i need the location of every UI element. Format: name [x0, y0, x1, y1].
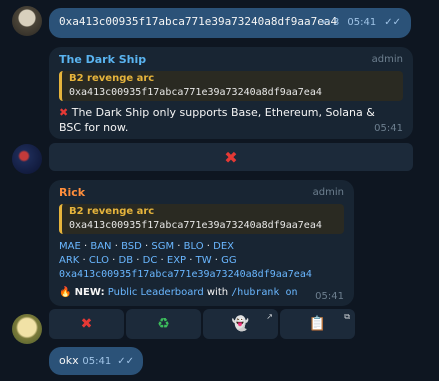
incoming-message[interactable]: Rick admin B2 revenge arc 0xa413c00935f1…: [49, 180, 354, 306]
cross-mark-icon: ✖: [80, 316, 93, 332]
link-row-2: ARK · CLO · DB · DC · EXP · TW · GG: [59, 254, 237, 267]
tag-link-exp[interactable]: EXP: [167, 255, 186, 266]
external-link-icon: ↗: [266, 312, 273, 321]
avatar[interactable]: [12, 6, 42, 36]
leaderboard-link[interactable]: Public Leaderboard: [108, 287, 204, 298]
inline-button-refresh[interactable]: ♻: [126, 309, 201, 339]
tag-link-tw[interactable]: TW: [196, 255, 212, 266]
quote-body: 0xa413c00935f17abca771e39a73240a8df9aa7e…: [69, 87, 322, 98]
message-text: The Dark Ship only supports Base, Ethere…: [59, 106, 375, 134]
separator: ·: [79, 255, 89, 266]
tag-link-db[interactable]: DB: [119, 255, 134, 266]
quote-body: 0xa413c00935f17abca771e39a73240a8df9aa7e…: [69, 220, 322, 231]
message-meta: 05:41 ✓✓: [82, 356, 134, 367]
message-time: 05:41: [374, 123, 403, 134]
outgoing-message[interactable]: okx 05:41 ✓✓: [49, 347, 143, 375]
command-link[interactable]: /hubrank on: [231, 287, 297, 298]
with-text: with: [206, 287, 229, 298]
tag-link-blo[interactable]: BLO: [184, 241, 204, 252]
avatar[interactable]: [12, 314, 42, 344]
separator: ·: [108, 255, 119, 266]
recycle-icon: ♻: [157, 316, 170, 332]
separator: ·: [186, 255, 196, 266]
message-time: 05:41: [347, 17, 377, 28]
cross-mark-icon: ✖: [224, 147, 238, 167]
double-check-icon: ✓✓: [384, 17, 401, 28]
inline-button-copy[interactable]: 📋 ⧉: [280, 309, 355, 339]
contract-address-link[interactable]: 0xa413c00935f17abca771e39a73240a8df9aa7e…: [59, 268, 312, 281]
sender-role: admin: [371, 54, 403, 65]
inline-button-ghost[interactable]: 👻 ↗: [203, 309, 278, 339]
separator: ·: [174, 241, 184, 252]
message-time: 05:41: [315, 291, 344, 302]
cross-mark-icon: ✖: [59, 106, 69, 119]
tag-link-ban[interactable]: BAN: [90, 241, 111, 252]
tag-link-sgm[interactable]: SGM: [151, 241, 174, 252]
outgoing-message[interactable]: 0xa413c00935f17abca771e39a73240a8df9aa7e…: [49, 8, 411, 38]
inline-button-close[interactable]: ✖: [49, 143, 413, 171]
tag-link-mae[interactable]: MAE: [59, 241, 81, 252]
double-check-icon: ✓✓: [117, 356, 134, 367]
reply-count: 3: [333, 17, 340, 28]
announcement-line: 🔥 NEW: Public Leaderboard with /hubrank …: [59, 286, 298, 299]
reply-quote[interactable]: B2 revenge arc 0xa413c00935f17abca771e39…: [59, 71, 403, 101]
separator: ·: [157, 255, 167, 266]
message-time: 05:41: [82, 356, 112, 367]
message-meta: ↩ 3 05:41 ✓✓: [321, 17, 401, 28]
tag-link-dc[interactable]: DC: [143, 255, 158, 266]
fire-icon: 🔥: [59, 287, 72, 298]
tag-link-clo[interactable]: CLO: [89, 255, 109, 266]
separator: ·: [133, 255, 143, 266]
incoming-message[interactable]: The Dark Ship admin B2 revenge arc 0xa41…: [49, 47, 413, 139]
message-text: okx: [59, 354, 79, 367]
tag-link-gg[interactable]: GG: [221, 255, 237, 266]
message-text: 0xa413c00935f17abca771e39a73240a8df9aa7e…: [59, 15, 338, 28]
replies-indicator[interactable]: ↩ 3: [321, 17, 339, 28]
ghost-icon: 👻: [231, 316, 250, 332]
quote-title: B2 revenge arc: [69, 206, 155, 217]
reply-quote[interactable]: B2 revenge arc 0xa413c00935f17abca771e39…: [59, 204, 344, 234]
avatar[interactable]: [12, 144, 42, 174]
copy-indicator-icon: ⧉: [344, 312, 350, 321]
message-body: ✖ The Dark Ship only supports Base, Ethe…: [59, 105, 389, 135]
separator: ·: [203, 241, 214, 252]
sender-name[interactable]: Rick: [59, 186, 85, 199]
reply-arrow-icon: ↩: [321, 17, 330, 28]
sender-role: admin: [312, 187, 344, 198]
separator: ·: [211, 255, 222, 266]
link-row-1: MAE · BAN · BSD · SGM · BLO · DEX: [59, 240, 234, 253]
tag-link-bsd[interactable]: BSD: [121, 241, 142, 252]
clipboard-icon: 📋: [308, 316, 327, 332]
separator: ·: [141, 241, 152, 252]
sender-name[interactable]: The Dark Ship: [59, 53, 146, 66]
inline-button-close[interactable]: ✖: [49, 309, 124, 339]
new-label: NEW:: [74, 287, 105, 298]
quote-title: B2 revenge arc: [69, 73, 155, 84]
separator: ·: [111, 241, 122, 252]
separator: ·: [80, 241, 91, 252]
tag-link-dex[interactable]: DEX: [213, 241, 234, 252]
tag-link-ark[interactable]: ARK: [59, 255, 79, 266]
